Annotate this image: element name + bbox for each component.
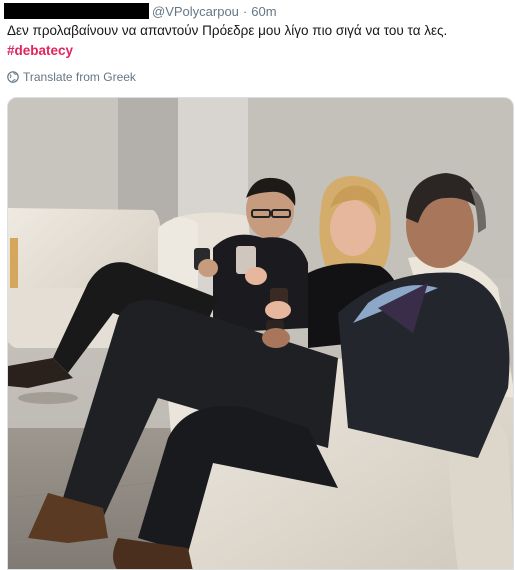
- tweet-timestamp[interactable]: 60m: [251, 4, 276, 19]
- tweet-header: @VPolycarpou · 60m: [4, 3, 277, 19]
- translate-link[interactable]: Translate from Greek: [7, 70, 136, 84]
- tweet-card: @VPolycarpou · 60m Δεν προλαβαίνουν να α…: [0, 0, 515, 570]
- tweet-photo[interactable]: [7, 97, 514, 570]
- translate-label: Translate from Greek: [23, 70, 136, 84]
- author-handle[interactable]: @VPolycarpou: [152, 4, 239, 19]
- header-separator: ·: [242, 3, 248, 19]
- tweet-text: Δεν προλαβαίνουν να απαντούν Πρόεδρε μου…: [7, 23, 448, 38]
- hashtag-link[interactable]: #debatecy: [7, 42, 73, 60]
- globe-icon: [7, 71, 19, 83]
- redacted-display-name: [4, 3, 149, 19]
- photo-illustration: [8, 98, 513, 569]
